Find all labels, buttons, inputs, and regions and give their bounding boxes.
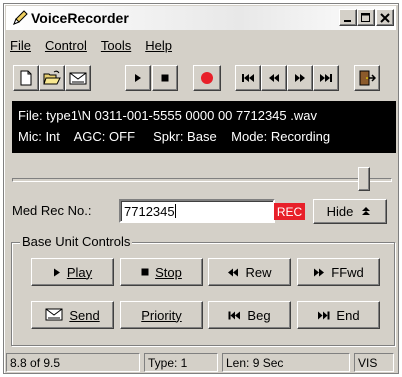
minimize-button[interactable] bbox=[339, 9, 357, 26]
close-button[interactable] bbox=[376, 9, 394, 26]
status-bar: 8.8 of 9.5 Type: 1 Len: 9 Sec VIS bbox=[6, 353, 396, 373]
menu-tools-label: Tools bbox=[100, 37, 132, 53]
base-end-label: End bbox=[336, 307, 360, 323]
forward-end-icon bbox=[318, 311, 330, 319]
minimize-icon bbox=[344, 19, 351, 22]
fast-forward-icon bbox=[295, 74, 305, 82]
base-ffwd-label: FFwd bbox=[331, 264, 364, 280]
hide-button[interactable]: Hide bbox=[313, 199, 387, 224]
close-icon bbox=[380, 12, 390, 23]
settings-line: Mic: Int AGC: OFF Spkr: Base Mode: Recor… bbox=[18, 126, 390, 147]
status-progress: 8.8 of 9.5 bbox=[6, 353, 140, 372]
base-beg-label: Beg bbox=[247, 307, 271, 323]
rewind-icon bbox=[269, 74, 279, 82]
base-ffwd-button[interactable]: FFwd bbox=[297, 258, 380, 286]
rewind-begin-icon bbox=[228, 311, 241, 319]
forward-end-icon bbox=[320, 74, 332, 82]
collapse-up-icon bbox=[362, 206, 371, 215]
fast-forward-button[interactable] bbox=[287, 65, 313, 91]
med-rec-value: 7712345 bbox=[124, 204, 175, 219]
base-play-label: Play bbox=[66, 264, 93, 280]
base-stop-button[interactable]: Stop bbox=[120, 258, 203, 286]
position-slider[interactable] bbox=[12, 167, 394, 195]
voice-recorder-window: VoiceRecorder File Control Tools Help Fi… bbox=[3, 3, 399, 374]
forward-end-button[interactable] bbox=[313, 65, 339, 91]
window-title: VoiceRecorder bbox=[31, 10, 129, 26]
stop-icon bbox=[141, 268, 149, 276]
text-caret bbox=[174, 204, 176, 218]
open-icon bbox=[43, 70, 61, 85]
status-display: File: type1\N 0311-001-5555 0000 00 7712… bbox=[12, 101, 396, 153]
stop-icon bbox=[161, 74, 169, 82]
base-stop-label: Stop bbox=[155, 264, 182, 280]
base-priority-button[interactable]: Priority bbox=[120, 301, 203, 329]
base-beg-button[interactable]: Beg bbox=[208, 301, 291, 329]
stop-button[interactable] bbox=[152, 65, 178, 91]
base-rew-label: Rew bbox=[245, 264, 272, 280]
menu-file-label: File bbox=[10, 37, 31, 53]
menu-file[interactable]: File bbox=[6, 38, 38, 53]
status-vis: VIS bbox=[354, 353, 394, 372]
slider-track bbox=[12, 178, 392, 182]
exit-button[interactable] bbox=[354, 65, 380, 91]
exit-door-icon bbox=[359, 70, 376, 86]
hide-button-label: Hide bbox=[326, 204, 354, 219]
base-play-button[interactable]: Play bbox=[31, 258, 114, 286]
base-priority-label: Priority bbox=[141, 307, 182, 323]
base-send-label: Send bbox=[69, 307, 100, 323]
play-icon bbox=[135, 74, 141, 82]
menu-help[interactable]: Help bbox=[138, 38, 179, 53]
rewind-button[interactable] bbox=[261, 65, 287, 91]
mail-button[interactable] bbox=[65, 65, 91, 91]
fast-forward-icon bbox=[314, 268, 325, 276]
menu-control-label: Control bbox=[44, 37, 87, 53]
agc-status: AGC: OFF bbox=[73, 129, 136, 144]
base-rew-button[interactable]: Rew bbox=[208, 258, 291, 286]
mail-icon bbox=[45, 308, 63, 321]
mail-icon bbox=[69, 72, 87, 85]
mic-status: Mic: Int bbox=[18, 129, 60, 144]
rec-indicator: REC bbox=[274, 203, 305, 220]
play-button[interactable] bbox=[125, 65, 151, 91]
rewind-begin-button[interactable] bbox=[235, 65, 261, 91]
maximize-button[interactable] bbox=[357, 9, 375, 26]
menu-bar: File Control Tools Help bbox=[6, 35, 179, 55]
med-rec-row: Med Rec No.: 7712345 REC Hide bbox=[12, 199, 396, 225]
toolbar bbox=[11, 62, 395, 94]
open-button[interactable] bbox=[39, 65, 65, 91]
speaker-status: Spkr: Base bbox=[153, 129, 217, 144]
status-type: Type: 1 bbox=[144, 353, 218, 372]
record-button[interactable] bbox=[193, 65, 221, 91]
menu-help-label: Help bbox=[145, 37, 172, 53]
menu-control[interactable]: Control bbox=[38, 38, 94, 53]
new-button[interactable] bbox=[13, 65, 39, 91]
rewind-begin-icon bbox=[242, 74, 254, 82]
maximize-icon bbox=[361, 12, 370, 22]
record-icon bbox=[201, 72, 213, 84]
med-rec-label: Med Rec No.: bbox=[12, 203, 92, 218]
mode-status: Mode: Recording bbox=[231, 129, 331, 144]
menu-tools[interactable]: Tools bbox=[94, 38, 138, 53]
med-rec-input[interactable]: 7712345 bbox=[119, 199, 275, 223]
base-unit-legend: Base Unit Controls bbox=[20, 234, 133, 249]
title-bar: VoiceRecorder bbox=[6, 6, 396, 30]
slider-thumb[interactable] bbox=[358, 167, 370, 191]
base-end-button[interactable]: End bbox=[297, 301, 380, 329]
base-send-button[interactable]: Send bbox=[31, 301, 114, 329]
status-length: Len: 9 Sec bbox=[222, 353, 350, 372]
new-icon bbox=[20, 70, 32, 86]
file-path-line: File: type1\N 0311-001-5555 0000 00 7712… bbox=[18, 108, 317, 123]
base-unit-controls-group: Base Unit Controls Play Stop Rew FFwd Se… bbox=[11, 234, 395, 346]
play-icon bbox=[53, 268, 60, 276]
pencil-app-icon bbox=[13, 10, 28, 25]
rewind-icon bbox=[228, 268, 239, 276]
